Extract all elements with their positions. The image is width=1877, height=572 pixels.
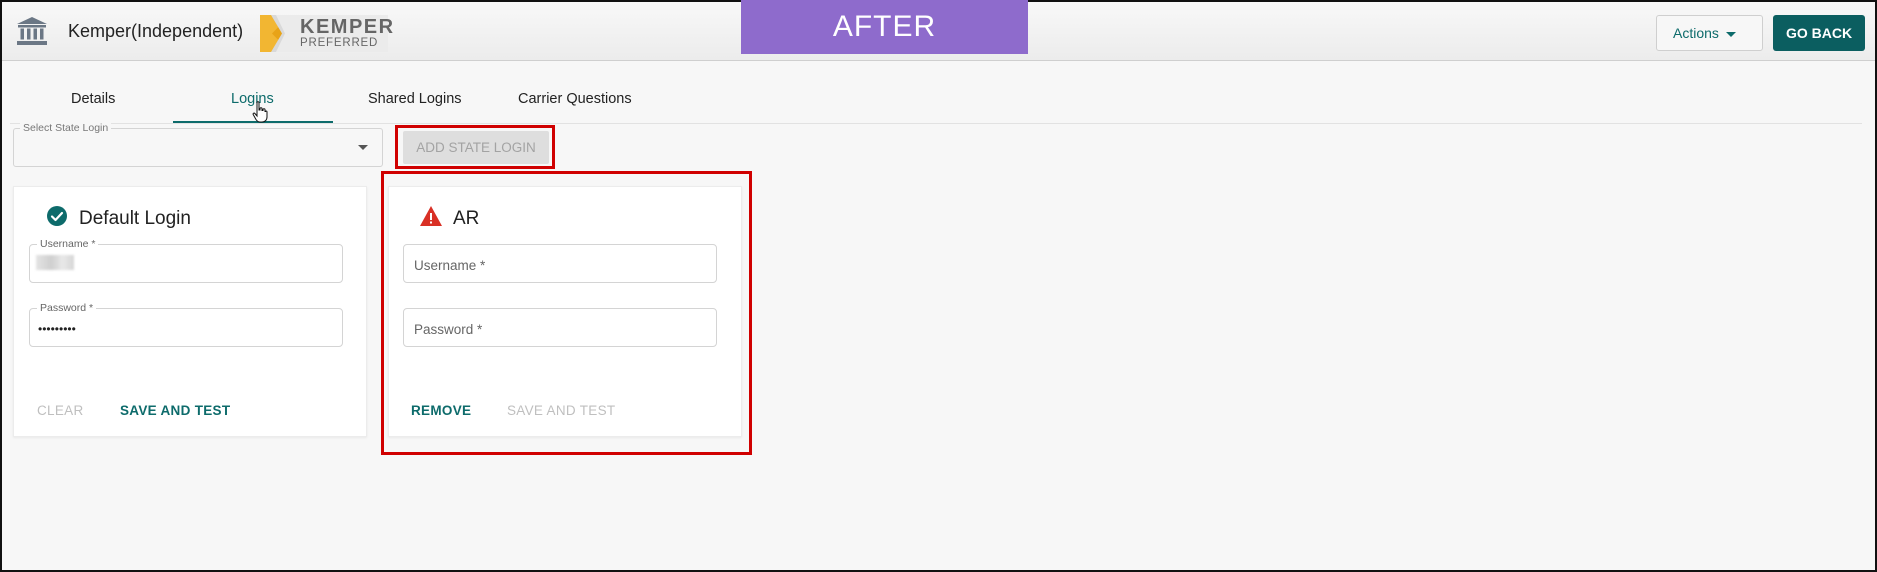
tab-shared-logins[interactable]: Shared Logins (368, 91, 462, 107)
default-save-and-test-button[interactable]: SAVE AND TEST (120, 403, 230, 418)
tabs-divider (10, 123, 1862, 124)
after-banner: AFTER (741, 0, 1028, 54)
default-login-title: Default Login (79, 208, 191, 229)
chevron-down-icon[interactable] (358, 145, 368, 150)
logo-text-kemper: KEMPER (300, 16, 395, 38)
tab-details[interactable]: Details (71, 91, 115, 107)
ar-password-placeholder: Password * (414, 322, 483, 337)
actions-dropdown-button[interactable]: Actions (1656, 15, 1763, 51)
add-state-login-button[interactable]: ADD STATE LOGIN (403, 131, 549, 164)
organization-name: Kemper(Independent) (68, 21, 244, 41)
default-password-value: ••••••••• (38, 322, 76, 336)
go-back-button[interactable]: GO BACK (1773, 15, 1865, 51)
default-password-label: Password * (37, 302, 97, 314)
clear-button[interactable]: CLEAR (37, 403, 84, 418)
tab-carrier-questions[interactable]: Carrier Questions (518, 91, 632, 107)
state-login-select-label: Select State Login (20, 122, 112, 134)
warning-icon (420, 206, 442, 226)
kemper-logo-mark (260, 15, 290, 52)
bank-icon (17, 17, 47, 45)
actions-label: Actions (1673, 25, 1719, 41)
chevron-down-icon (1726, 32, 1736, 37)
remove-button[interactable]: REMOVE (411, 403, 471, 418)
ar-username-placeholder: Username * (414, 258, 486, 273)
check-circle-icon (47, 206, 67, 226)
kemper-logo: KEMPER PREFERRED (260, 15, 393, 52)
ar-save-and-test-button[interactable]: SAVE AND TEST (507, 403, 615, 418)
pointer-cursor-icon (252, 101, 268, 123)
default-username-label: Username * (37, 238, 99, 250)
blurred-username-value (36, 255, 74, 270)
ar-card-title: AR (453, 208, 480, 229)
logo-text-preferred: PREFERRED (300, 37, 379, 49)
